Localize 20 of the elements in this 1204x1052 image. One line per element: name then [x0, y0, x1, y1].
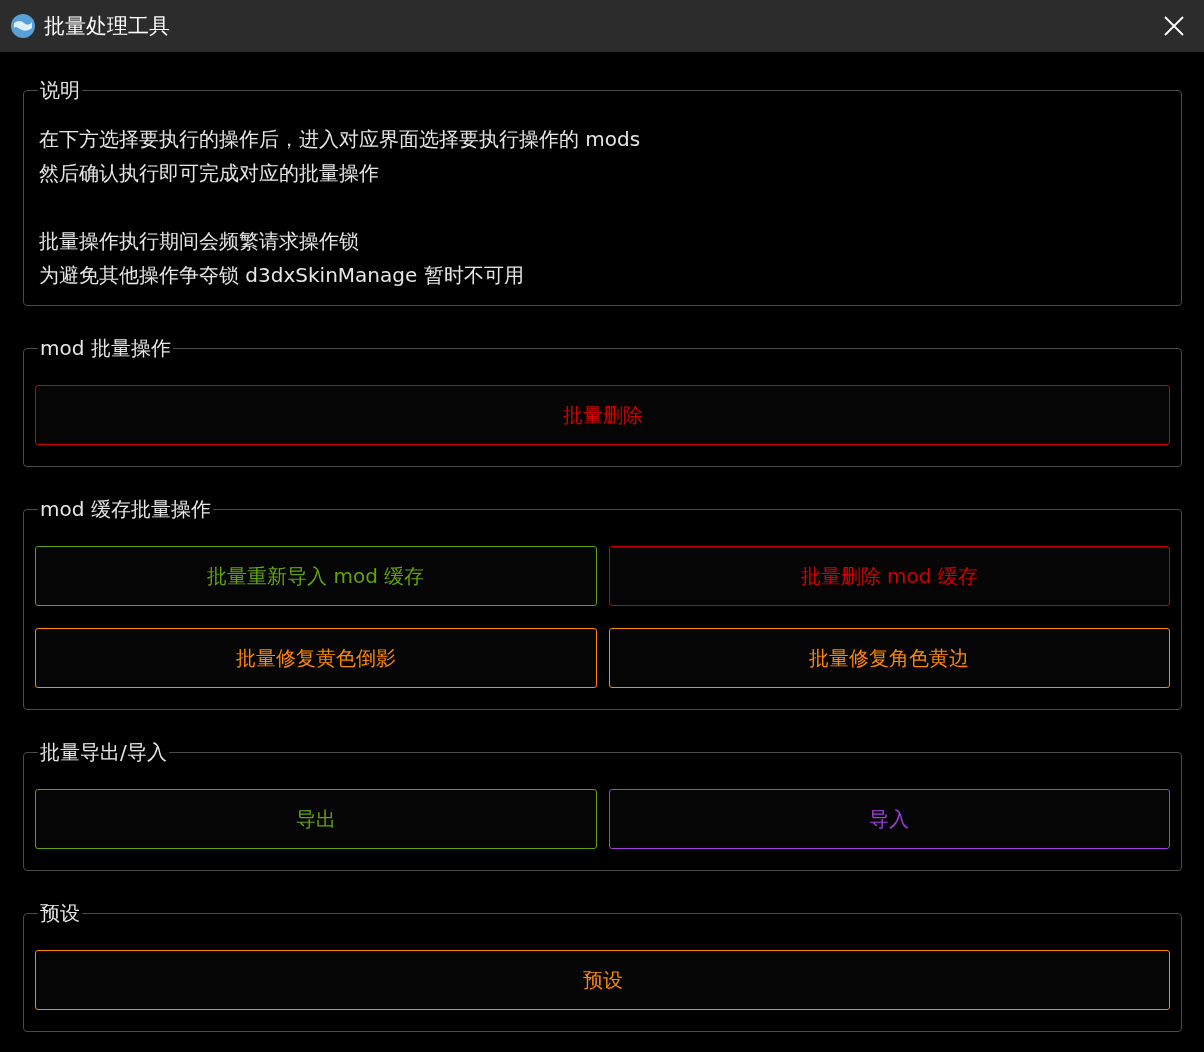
action-button[interactable]: 批量修复黄色倒影 [35, 628, 597, 688]
group-title: mod 缓存批量操作 [39, 496, 212, 522]
group-title: mod 批量操作 [39, 335, 172, 361]
description-line: 为避免其他操作争夺锁 d3dxSkinManage 暂时不可用 [38, 262, 525, 289]
description-line: 批量操作执行期间会频繁请求操作锁 [38, 228, 360, 255]
window-title: 批量处理工具 [44, 13, 171, 40]
group-title: 批量导出/导入 [39, 739, 168, 765]
action-button[interactable]: 批量删除 mod 缓存 [608, 546, 1170, 606]
close-icon [1164, 16, 1184, 36]
action-button[interactable]: 批量修复角色黄边 [608, 628, 1170, 688]
action-button[interactable]: 批量删除 [35, 385, 1170, 445]
action-button[interactable]: 导出 [35, 789, 597, 849]
description-line: 然后确认执行即可完成对应的批量操作 [38, 160, 380, 187]
description-line: 在下方选择要执行的操作后，进入对应界面选择要执行操作的 mods [38, 126, 642, 153]
action-button[interactable]: 预设 [35, 950, 1170, 1010]
action-button[interactable]: 批量重新导入 mod 缓存 [35, 546, 597, 606]
group-title: 预设 [39, 900, 81, 926]
group-title: 说明 [39, 77, 81, 103]
globe-icon [10, 13, 36, 39]
action-button[interactable]: 导入 [608, 789, 1170, 849]
